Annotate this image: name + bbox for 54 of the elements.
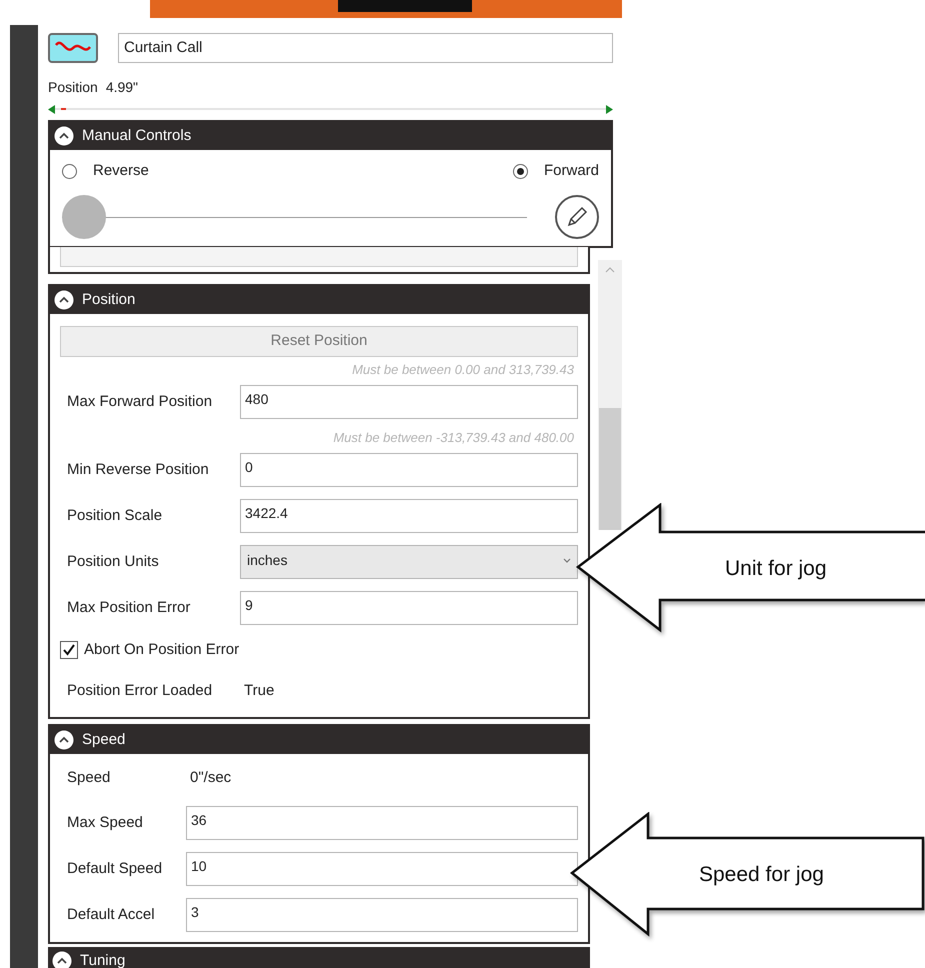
units-dropdown[interactable]: inches (240, 545, 578, 579)
left-limit-icon (48, 104, 55, 114)
callout-text: Speed for jog (699, 862, 824, 888)
caret-icon (563, 558, 571, 564)
hint-text: Must be between 0.00 and 313,739.43 (352, 360, 574, 378)
input-field[interactable]: 9 (240, 591, 578, 625)
scroll-thumb[interactable] (599, 408, 621, 530)
field-label: Default Accel (66, 904, 156, 925)
section-title: Position (82, 290, 136, 310)
collapse-icon[interactable] (54, 290, 74, 310)
field-label: Max Position Error (66, 598, 192, 618)
hint-text: Must be between -313,739.43 and 480.00 (333, 428, 574, 446)
value-text: True (243, 680, 274, 701)
input-field[interactable]: 0 (240, 453, 578, 487)
pencil-icon (565, 205, 589, 229)
input-field[interactable]: 3422.4 (240, 499, 578, 533)
edit-button[interactable] (555, 195, 599, 239)
input-field[interactable]: 36 (186, 806, 578, 840)
checkbox-label: Abort On Position Error (84, 640, 240, 660)
field-label: Speed (66, 768, 112, 788)
input-field[interactable]: 10 (186, 852, 578, 886)
field-label: Max Speed (66, 812, 144, 833)
input-field[interactable]: 480 (240, 385, 578, 419)
field-label: Position Scale (66, 506, 164, 526)
section-header[interactable]: Manual Controls (50, 122, 611, 150)
collapse-icon[interactable] (52, 951, 72, 968)
direction-radio[interactable]: Reverse (62, 160, 149, 182)
scrollbar[interactable] (598, 260, 622, 530)
value-text: 0"/sec (189, 768, 232, 788)
section-title: Manual Controls (82, 126, 192, 146)
field-label: Position Units (66, 552, 160, 572)
section-title: Tuning (80, 950, 126, 968)
direction-radio[interactable]: Forward (512, 160, 599, 182)
field-label: Position Error Loaded (66, 680, 214, 701)
callout-text: Unit for jog (725, 556, 827, 582)
field-label: Default Speed (66, 858, 164, 879)
checkbox[interactable] (60, 641, 78, 659)
section-header[interactable]: Position (50, 286, 588, 314)
check-icon (62, 643, 76, 657)
section-title: Speed (82, 730, 126, 750)
collapse-icon[interactable] (54, 730, 74, 750)
field-label: Min Reverse Position (66, 460, 210, 480)
collapse-icon[interactable] (54, 126, 74, 146)
position-label: Position (48, 78, 98, 97)
name-field[interactable]: Curtain Call (118, 33, 613, 63)
waveform-button[interactable] (48, 33, 98, 63)
section-header[interactable]: Speed (50, 726, 588, 754)
section-header[interactable]: Tuning (48, 947, 590, 968)
reset-position-button[interactable]: Reset Position (60, 326, 578, 357)
input-field[interactable]: 3 (186, 898, 578, 932)
field-label: Max Forward Position (66, 392, 214, 412)
position-value: 4.99" (106, 78, 138, 97)
right-limit-icon (606, 104, 613, 114)
jog-slider-thumb[interactable] (62, 195, 106, 239)
